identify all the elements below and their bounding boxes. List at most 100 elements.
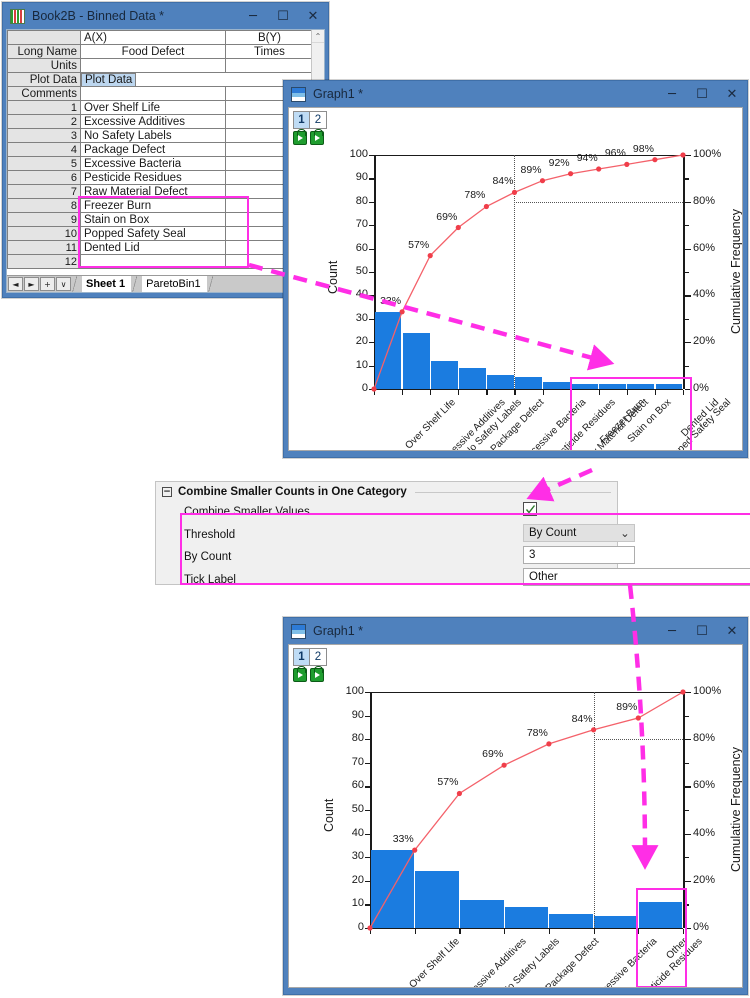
- minimize-button[interactable]: ─: [657, 618, 687, 644]
- row-number[interactable]: 6: [7, 170, 81, 185]
- row-number[interactable]: 11: [7, 240, 81, 255]
- row-label-long-name: Long Name: [7, 44, 81, 59]
- tab-menu-button[interactable]: ∨: [56, 277, 71, 291]
- cumulative-label: 57%: [437, 776, 459, 789]
- row-number[interactable]: 4: [7, 142, 81, 157]
- tab-separator: [71, 275, 78, 292]
- cumulative-label: 92%: [548, 156, 570, 169]
- cumulative-label: 33%: [392, 833, 414, 846]
- cumulative-label: 84%: [492, 175, 514, 188]
- long-name-row: Long Name Food Defect Times: [7, 44, 314, 59]
- cumulative-label: 98%: [632, 142, 654, 155]
- tab-separator: [206, 275, 214, 292]
- comments-row: Comments: [7, 86, 314, 101]
- row-number[interactable]: 1: [7, 100, 81, 115]
- table-row[interactable]: 5Excessive Bacteria6: [7, 156, 314, 171]
- group-rule: [414, 491, 611, 493]
- workbook-title: Book2B - Binned Data *: [32, 9, 165, 23]
- row-number[interactable]: 9: [7, 212, 81, 227]
- minimize-button[interactable]: ─: [657, 81, 687, 107]
- cumulative-label: 78%: [464, 189, 486, 202]
- column-header-a[interactable]: A(X): [80, 30, 226, 45]
- graph1-body: 1 2 0 10 20 30 40 50 60 70 80 90 100 0% 20% 40% 60% 80%…: [288, 107, 743, 451]
- maximize-button[interactable]: ☐: [268, 3, 298, 29]
- graph2-body: 1 2 0 10 20 30 40 50 60 70 80 90 100 0% 20% 40% 60% 80%…: [288, 644, 743, 988]
- row-number[interactable]: 12: [7, 254, 81, 269]
- table-row[interactable]: 6Pesticide Residues5: [7, 170, 314, 185]
- collapse-icon[interactable]: −: [162, 487, 172, 497]
- minimize-button[interactable]: ─: [238, 3, 268, 29]
- workbook-icon: [10, 8, 25, 24]
- units-b[interactable]: [225, 58, 314, 73]
- dialog-highlight-box: [180, 513, 750, 585]
- cumulative-label: 69%: [482, 748, 504, 761]
- cumulative-label: 96%: [604, 147, 626, 160]
- scroll-up-icon[interactable]: ⌃: [312, 30, 324, 43]
- maximize-button[interactable]: ☐: [687, 618, 717, 644]
- row-number[interactable]: 10: [7, 226, 81, 241]
- sheet-tab-bar[interactable]: ◄ ► + ∨ Sheet 1 ParetoBin1 ‹: [7, 275, 324, 292]
- cumulative-label: 69%: [436, 210, 458, 223]
- cell-food-defect[interactable]: Pesticide Residues: [80, 170, 226, 185]
- tab-separator: [131, 275, 139, 292]
- tab-nav-first[interactable]: ◄: [8, 277, 23, 291]
- sheet-tab-paretobin1[interactable]: ParetoBin1: [142, 275, 207, 292]
- pareto-chart-before: 0 10 20 30 40 50 60 70 80 90 100 0% 20% 40% 60% 80% 100%…: [289, 108, 742, 450]
- table-row[interactable]: 4Package Defect9: [7, 142, 314, 157]
- units-a[interactable]: [80, 58, 226, 73]
- maximize-button[interactable]: ☐: [687, 81, 717, 107]
- cell-food-defect[interactable]: Package Defect: [80, 142, 226, 157]
- graph-window-before[interactable]: Graph1 * ─ ☐ ✕ 1 2 0 10 20 30 40 50 60 70 80 90 10…: [283, 80, 748, 458]
- row-label-units: Units: [7, 58, 81, 73]
- table-row[interactable]: 2Excessive Additives24: [7, 114, 314, 129]
- row-number[interactable]: 3: [7, 128, 81, 143]
- table-row[interactable]: 1Over Shelf Life33: [7, 100, 314, 115]
- row-number[interactable]: 7: [7, 184, 81, 199]
- cell-food-defect[interactable]: Excessive Additives: [80, 114, 226, 129]
- close-button[interactable]: ✕: [717, 618, 747, 644]
- worksheet-highlight-box: [78, 196, 249, 268]
- graph2-title: Graph1 *: [313, 624, 364, 638]
- tab-add-button[interactable]: +: [40, 277, 55, 291]
- cumulative-label: 33%: [380, 294, 402, 307]
- cumulative-label: 89%: [616, 700, 638, 713]
- units-row: Units: [7, 58, 314, 73]
- sheet-tab-sheet1[interactable]: Sheet 1: [82, 275, 132, 292]
- column-header-b[interactable]: B(Y): [225, 30, 314, 45]
- graph1-title-bar[interactable]: Graph1 * ─ ☐ ✕: [284, 81, 747, 107]
- long-name-b[interactable]: Times: [225, 44, 314, 59]
- cell-food-defect[interactable]: Over Shelf Life: [80, 100, 226, 115]
- graph-icon: [291, 623, 306, 639]
- row-label-plot-data: Plot Data: [7, 72, 81, 87]
- row-number[interactable]: 5: [7, 156, 81, 171]
- group-header: − Combine Smaller Counts in One Category: [162, 486, 611, 498]
- tab-nav-last[interactable]: ►: [24, 277, 39, 291]
- cumulative-label: 78%: [526, 726, 548, 739]
- cell-food-defect[interactable]: Excessive Bacteria: [80, 156, 226, 171]
- corner-cell[interactable]: [7, 30, 81, 45]
- row-number[interactable]: 2: [7, 114, 81, 129]
- cumulative-label: 57%: [408, 238, 430, 251]
- cumulative-label: 89%: [520, 163, 542, 176]
- combine-smaller-counts-dialog[interactable]: − Combine Smaller Counts in One Category…: [155, 481, 750, 586]
- pareto-chart-after: 0 10 20 30 40 50 60 70 80 90 100 0% 20% 40% 60% 80% 100%…: [289, 645, 742, 987]
- chart-highlight-box-other-bar: [636, 887, 687, 987]
- table-row[interactable]: 3No Safety Labels12: [7, 128, 314, 143]
- row-label-comments: Comments: [7, 86, 81, 101]
- cell-food-defect[interactable]: No Safety Labels: [80, 128, 226, 143]
- close-button[interactable]: ✕: [298, 3, 328, 29]
- plot-data-row: Plot Data Plot Data: [7, 72, 314, 87]
- plot-data-value[interactable]: Plot Data: [81, 73, 137, 87]
- column-header-row: A(X) B(Y): [7, 30, 314, 45]
- cumulative-label: 84%: [571, 712, 593, 725]
- graph1-title: Graph1 *: [313, 87, 364, 101]
- close-button[interactable]: ✕: [717, 81, 747, 107]
- graph-window-after[interactable]: Graph1 * ─ ☐ ✕ 1 2 0 10 20 30 40 50 60 70 80 90 10…: [283, 617, 748, 995]
- graph2-title-bar[interactable]: Graph1 * ─ ☐ ✕: [284, 618, 747, 644]
- row-number[interactable]: 8: [7, 198, 81, 213]
- long-name-a[interactable]: Food Defect: [80, 44, 226, 59]
- workbook-title-bar[interactable]: Book2B - Binned Data * ─ ☐ ✕: [3, 3, 328, 29]
- comments-a[interactable]: [80, 86, 226, 101]
- group-title: Combine Smaller Counts in One Category: [178, 486, 407, 498]
- cumulative-label: 94%: [576, 152, 598, 165]
